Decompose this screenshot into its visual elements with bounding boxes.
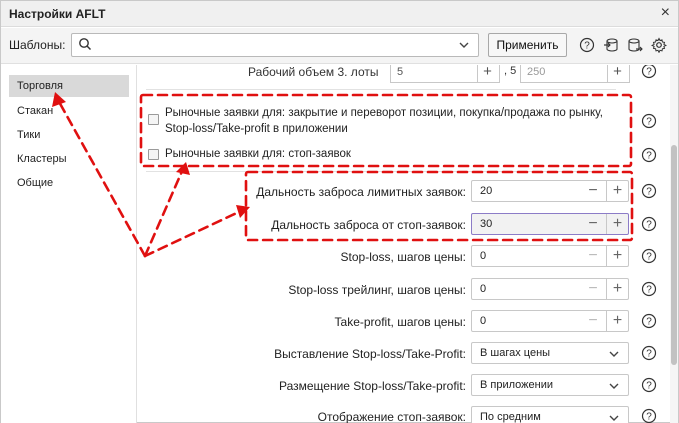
stop-loss-label: Stop-loss, шагов цены: — [340, 250, 466, 264]
content-scrollbar[interactable] — [670, 65, 678, 423]
limit-offset-value: 20 — [480, 185, 493, 197]
stop-loss-stepper[interactable]: 0 − + — [471, 245, 629, 267]
stop-offset-stepper[interactable]: 30 − + — [471, 213, 629, 235]
svg-text:?: ? — [646, 381, 652, 392]
stop-orders-display-value: По средним — [480, 411, 541, 423]
sidebar-item-trading[interactable]: Торговля — [9, 75, 129, 97]
window-title: Настройки AFLT — [9, 7, 106, 21]
help-icon[interactable]: ? — [641, 408, 657, 423]
take-profit-value: 0 — [480, 315, 487, 327]
chevron-down-icon — [609, 383, 619, 389]
work-volume-field-1[interactable]: 5 + — [390, 65, 500, 83]
chevron-down-icon — [609, 351, 619, 357]
work-volume-value-2: 250 — [527, 66, 546, 78]
svg-text:?: ? — [584, 41, 590, 52]
plus-icon[interactable]: + — [606, 246, 628, 266]
stop-loss-value: 0 — [480, 250, 487, 262]
plus-icon[interactable]: + — [477, 65, 497, 82]
help-icon[interactable]: ? — [641, 313, 657, 329]
market-orders-stop-checkbox[interactable] — [148, 149, 159, 160]
settings-content: Рабочий объем 3. лоты 5 + , 5 250 + ? Ры… — [138, 65, 678, 423]
sl-tp-placement-mode-value: В шагах цены — [480, 347, 551, 359]
sidebar-item-ticks[interactable]: Тики — [9, 124, 129, 146]
sl-tp-location-value: В приложении — [480, 379, 553, 391]
db-import-icon[interactable] — [603, 37, 619, 53]
svg-text:?: ? — [646, 349, 652, 360]
sl-tp-placement-mode-label: Выставление Stop-loss/Take-Profit: — [274, 347, 466, 361]
settings-window: Настройки AFLT × Шаблоны: Применить ? То… — [0, 0, 679, 423]
help-icon[interactable]: ? — [641, 281, 657, 297]
sidebar-item-general[interactable]: Общие — [9, 172, 129, 194]
help-icon[interactable]: ? — [641, 183, 657, 199]
take-profit-stepper[interactable]: 0 − + — [471, 310, 629, 332]
stop-loss-trailing-stepper[interactable]: 0 − + — [471, 278, 629, 300]
sl-tp-placement-mode-select[interactable]: В шагах цены — [471, 342, 629, 364]
minus-icon[interactable]: − — [582, 214, 604, 234]
limit-offset-stepper[interactable]: 20 − + — [471, 180, 629, 202]
title-bar: Настройки AFLT × — [1, 1, 678, 27]
svg-text:?: ? — [646, 220, 652, 231]
stop-orders-display-label: Отображение стоп-заявок: — [317, 410, 466, 423]
help-icon[interactable]: ? — [641, 216, 657, 232]
sl-tp-location-select[interactable]: В приложении — [471, 374, 629, 396]
svg-text:?: ? — [646, 117, 652, 128]
plus-icon[interactable]: + — [607, 65, 627, 82]
help-icon[interactable]: ? — [579, 37, 595, 53]
market-orders-stop-label: Рыночные заявки для: стоп-заявок — [165, 148, 351, 160]
scrollbar-thumb[interactable] — [671, 145, 677, 365]
work-volume-label: Рабочий объем 3. лоты — [248, 65, 379, 79]
chevron-down-icon — [459, 42, 469, 48]
apply-button[interactable]: Применить — [488, 33, 567, 57]
close-icon[interactable]: × — [661, 4, 670, 22]
help-icon[interactable]: ? — [641, 345, 657, 361]
stop-loss-trailing-value: 0 — [480, 283, 487, 295]
settings-sidebar: Торговля Стакан Тики Кластеры Общие — [1, 65, 137, 423]
market-orders-close-label: Рыночные заявки для: закрытие и переворо… — [165, 107, 603, 135]
stop-offset-value: 30 — [480, 218, 493, 230]
plus-icon[interactable]: + — [606, 279, 628, 299]
plus-icon[interactable]: + — [606, 214, 628, 234]
templates-toolbar: Шаблоны: Применить ? — [1, 28, 678, 64]
section-divider — [146, 89, 616, 90]
svg-text:?: ? — [646, 317, 652, 328]
limit-offset-label: Дальность заброса лимитных заявок: — [256, 185, 466, 199]
svg-text:?: ? — [646, 412, 652, 423]
work-volume-field-2[interactable]: 250 + — [520, 65, 630, 83]
chevron-down-icon — [609, 415, 619, 421]
minus-icon[interactable]: − — [582, 311, 604, 331]
svg-text:?: ? — [646, 151, 652, 162]
help-icon[interactable]: ? — [641, 113, 657, 129]
section-divider — [146, 171, 616, 172]
help-icon[interactable]: ? — [641, 377, 657, 393]
plus-icon[interactable]: + — [606, 311, 628, 331]
work-volume-value-1: 5 — [397, 66, 404, 78]
minus-icon[interactable]: − — [582, 181, 604, 201]
sidebar-item-clusters[interactable]: Кластеры — [9, 148, 129, 170]
svg-text:?: ? — [646, 187, 652, 198]
svg-text:?: ? — [646, 252, 652, 263]
help-icon[interactable]: ? — [641, 65, 657, 79]
stop-offset-label: Дальность заброса от стоп-заявок: — [271, 218, 466, 232]
sidebar-item-orderbook[interactable]: Стакан — [9, 100, 129, 122]
take-profit-label: Take-profit, шагов цены: — [334, 315, 466, 329]
search-icon — [79, 38, 92, 51]
work-volume-separator: , 5 — [504, 65, 517, 77]
db-export-icon[interactable] — [627, 37, 643, 53]
svg-text:?: ? — [646, 67, 652, 78]
help-icon[interactable]: ? — [641, 147, 657, 163]
plus-icon[interactable]: + — [606, 181, 628, 201]
minus-icon[interactable]: − — [582, 246, 604, 266]
gear-icon[interactable] — [651, 37, 667, 53]
work-volume-row: Рабочий объем 3. лоты 5 + , 5 250 + ? — [138, 65, 678, 83]
stop-orders-display-select[interactable]: По средним — [471, 406, 629, 423]
templates-label: Шаблоны: — [9, 38, 66, 52]
sl-tp-location-label: Размещение Stop-loss/Take-profit: — [278, 379, 466, 393]
templates-select[interactable] — [71, 33, 479, 57]
minus-icon[interactable]: − — [582, 279, 604, 299]
stop-loss-trailing-label: Stop-loss трейлинг, шагов цены: — [288, 283, 466, 297]
market-orders-close-checkbox[interactable] — [148, 114, 159, 125]
svg-text:?: ? — [646, 285, 652, 296]
help-icon[interactable]: ? — [641, 248, 657, 264]
